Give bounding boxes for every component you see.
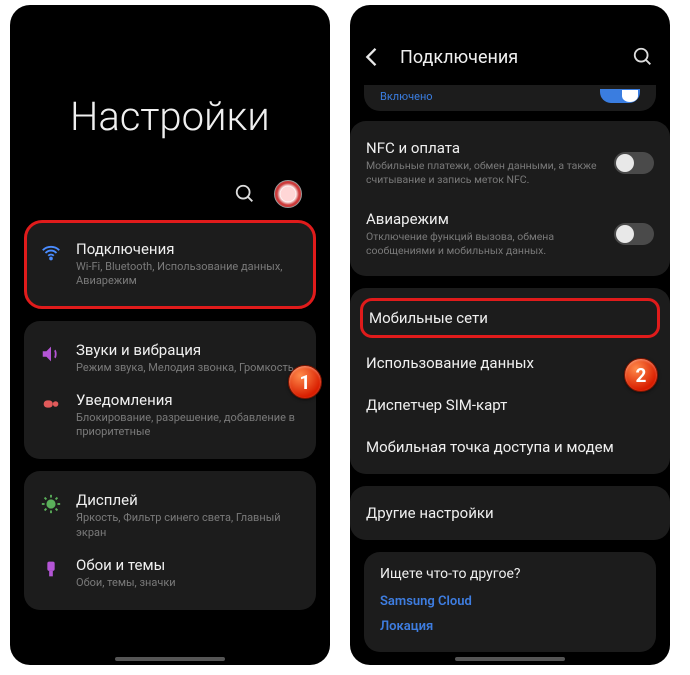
nav-indicator — [115, 657, 225, 661]
toggle-switch[interactable] — [614, 223, 654, 245]
item-title: Обои и темы — [76, 556, 300, 574]
link-location[interactable]: Локация — [380, 619, 640, 634]
item-title: Уведомления — [76, 391, 300, 409]
row-subtitle: Мобильные платежи, обмен данными, а такж… — [366, 159, 602, 186]
previous-item-peek[interactable]: Включено — [364, 85, 656, 111]
sound-icon — [40, 343, 62, 365]
nav-group: Мобильные сети Использование данных Дисп… — [350, 288, 670, 474]
connections-screen: Подключения Включено NFC и оплата Мобиль… — [350, 5, 670, 665]
wifi-icon — [40, 242, 62, 264]
item-subtitle: Блокирование, разрешение, добавление в п… — [76, 411, 300, 440]
row-other-settings[interactable]: Другие настройки — [366, 492, 654, 534]
step-badge-1: 1 — [288, 365, 322, 399]
settings-item-notifications[interactable]: Уведомления Блокирование, разрешение, до… — [38, 383, 302, 448]
status-on-label: Включено — [380, 90, 433, 103]
step-badge-2: 2 — [624, 358, 658, 392]
item-subtitle: Режим звука, Мелодия звонка, Громкость — [76, 361, 300, 375]
theme-icon — [40, 558, 62, 580]
other-settings-group: Другие настройки — [350, 486, 670, 540]
status-bar — [350, 5, 670, 33]
row-subtitle: Отключение функций вызова, обмена сообще… — [366, 230, 602, 257]
settings-item-display[interactable]: Дисплей Яркость, Фильтр синего света, Гл… — [38, 483, 302, 548]
settings-group-3: Дисплей Яркость, Фильтр синего света, Гл… — [24, 471, 316, 610]
settings-screen: Настройки Подключения Wi-Fi, Bluetooth, … — [10, 5, 330, 665]
toggle-group: NFC и оплата Мобильные платежи, обмен да… — [350, 121, 670, 276]
nav-indicator — [455, 657, 565, 661]
looking-for-title: Ищете что-то другое? — [380, 566, 640, 582]
row-title: Авиарежим — [366, 210, 602, 228]
display-icon — [40, 493, 62, 515]
status-bar — [10, 5, 330, 33]
page-title: Настройки — [70, 93, 330, 140]
looking-for-card: Ищете что-то другое? Samsung Cloud Локац… — [364, 552, 656, 652]
row-mobile-networks[interactable]: Мобильные сети — [360, 298, 660, 338]
notification-icon — [40, 393, 62, 415]
search-icon[interactable] — [234, 183, 256, 205]
row-title: Мобильная точка доступа и модем — [366, 438, 614, 456]
toggle-on-icon — [600, 89, 640, 103]
link-samsung-cloud[interactable]: Samsung Cloud — [380, 594, 640, 609]
row-sim-manager[interactable]: Диспетчер SIM-карт — [366, 384, 654, 426]
item-subtitle: Яркость, Фильтр синего света, Главный эк… — [76, 511, 300, 540]
settings-item-themes[interactable]: Обои и темы Обои, темы, значки — [38, 548, 302, 598]
row-title: Использование данных — [366, 354, 534, 372]
row-title: Диспетчер SIM-карт — [366, 396, 507, 414]
row-nfc[interactable]: NFC и оплата Мобильные платежи, обмен да… — [366, 127, 654, 198]
item-title: Звуки и вибрация — [76, 341, 300, 359]
row-hotspot[interactable]: Мобильная точка доступа и модем — [366, 426, 654, 468]
account-avatar[interactable] — [274, 180, 302, 208]
row-title: Другие настройки — [366, 504, 494, 522]
settings-item-sounds[interactable]: Звуки и вибрация Режим звука, Мелодия зв… — [38, 333, 302, 383]
item-subtitle: Обои, темы, значки — [76, 576, 300, 590]
back-button[interactable] — [358, 43, 386, 71]
item-subtitle: Wi-Fi, Bluetooth, Использование данных, … — [76, 260, 300, 289]
search-icon[interactable] — [632, 46, 654, 68]
settings-group-2: Звуки и вибрация Режим звука, Мелодия зв… — [24, 321, 316, 460]
toggle-switch[interactable] — [614, 152, 654, 174]
row-title: NFC и оплата — [366, 139, 602, 157]
item-title: Подключения — [76, 240, 300, 258]
row-airplane[interactable]: Авиарежим Отключение функций вызова, обм… — [366, 198, 654, 269]
item-title: Дисплей — [76, 491, 300, 509]
settings-item-connections[interactable]: Подключения Wi-Fi, Bluetooth, Использова… — [24, 220, 316, 309]
row-data-usage[interactable]: Использование данных — [366, 342, 654, 384]
row-title: Мобильные сети — [369, 309, 488, 327]
header-title: Подключения — [400, 47, 618, 68]
